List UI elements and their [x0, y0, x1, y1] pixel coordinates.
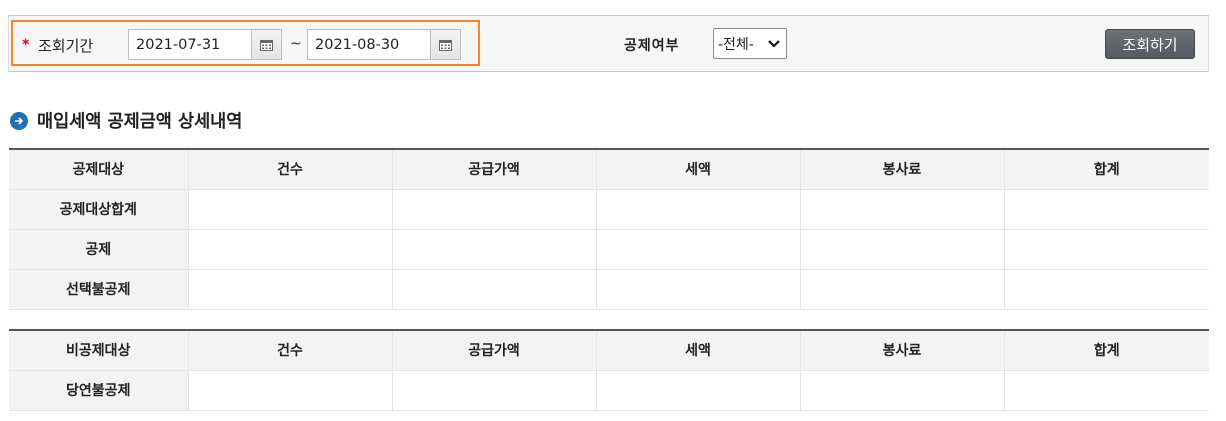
table-cell	[799, 229, 1004, 270]
section-title: 매입세액 공제금액 상세내역	[37, 112, 243, 132]
calendar-icon	[260, 39, 273, 51]
table-cell	[595, 229, 800, 270]
required-mark: *	[22, 37, 30, 53]
table-cell	[391, 229, 596, 270]
deductible-table: 공제대상 건수 공급가액 세액 봉사료 합계 공제대상합계 공제 선택불공제	[9, 148, 1209, 310]
table-header-row: 비공제대상 건수 공급가액 세액 봉사료 합계	[9, 329, 1209, 371]
search-button[interactable]: 조회하기	[1105, 29, 1195, 59]
table-cell	[187, 269, 392, 310]
table-cell	[1003, 189, 1209, 230]
end-date-calendar-button[interactable]	[430, 29, 461, 60]
column-header: 건수	[187, 148, 392, 190]
deduction-select[interactable]: -전체-	[713, 28, 787, 59]
period-label: 조회기간	[38, 37, 94, 55]
period-highlight-box: * 조회기간 ~	[11, 20, 480, 66]
table-cell	[391, 370, 596, 411]
table-cell	[799, 189, 1004, 230]
column-header: 비공제대상	[9, 329, 188, 371]
column-header: 합계	[1003, 148, 1209, 190]
start-date-input[interactable]	[128, 29, 252, 60]
column-header: 합계	[1003, 329, 1209, 371]
table-cell	[187, 189, 392, 230]
column-header: 공급가액	[391, 329, 596, 371]
date-range-separator: ~	[290, 36, 302, 52]
column-header: 세액	[595, 329, 800, 371]
row-label: 선택불공제	[9, 269, 188, 310]
column-header: 봉사료	[799, 329, 1004, 371]
non-deductible-table: 비공제대상 건수 공급가액 세액 봉사료 합계 당연불공제	[9, 329, 1209, 411]
table-cell	[1003, 229, 1209, 270]
table-header-row: 공제대상 건수 공급가액 세액 봉사료 합계	[9, 148, 1209, 190]
table-cell	[799, 269, 1004, 310]
table-cell	[187, 370, 392, 411]
column-header: 공제대상	[9, 148, 188, 190]
row-label: 공제	[9, 229, 188, 270]
deduction-filter-label: 공제여부	[624, 38, 680, 54]
table-row: 공제대상합계	[9, 189, 1209, 230]
column-header: 공급가액	[391, 148, 596, 190]
column-header: 건수	[187, 329, 392, 371]
search-panel: * 조회기간 ~ 공제여부 -전체- 조회하기	[8, 15, 1209, 72]
row-label: 당연불공제	[9, 370, 188, 411]
column-header: 봉사료	[799, 148, 1004, 190]
calendar-icon	[439, 39, 452, 51]
table-cell	[595, 189, 800, 230]
table-cell	[595, 370, 800, 411]
end-date-input[interactable]	[307, 29, 431, 60]
table-cell	[391, 269, 596, 310]
table-cell	[799, 370, 1004, 411]
table-row: 선택불공제	[9, 269, 1209, 310]
arrow-right-circle-icon	[10, 111, 28, 130]
table-cell	[1003, 370, 1209, 411]
table-cell	[1003, 269, 1209, 310]
column-header: 세액	[595, 148, 800, 190]
start-date-calendar-button[interactable]	[251, 29, 282, 60]
table-cell	[391, 189, 596, 230]
table-cell	[595, 269, 800, 310]
table-row: 당연불공제	[9, 370, 1209, 411]
table-row: 공제	[9, 229, 1209, 270]
section-heading: 매입세액 공제금액 상세내역	[10, 108, 242, 133]
chevron-down-icon	[768, 39, 780, 48]
deduction-select-value: -전체-	[718, 36, 754, 53]
row-label: 공제대상합계	[9, 189, 188, 230]
table-cell	[187, 229, 392, 270]
